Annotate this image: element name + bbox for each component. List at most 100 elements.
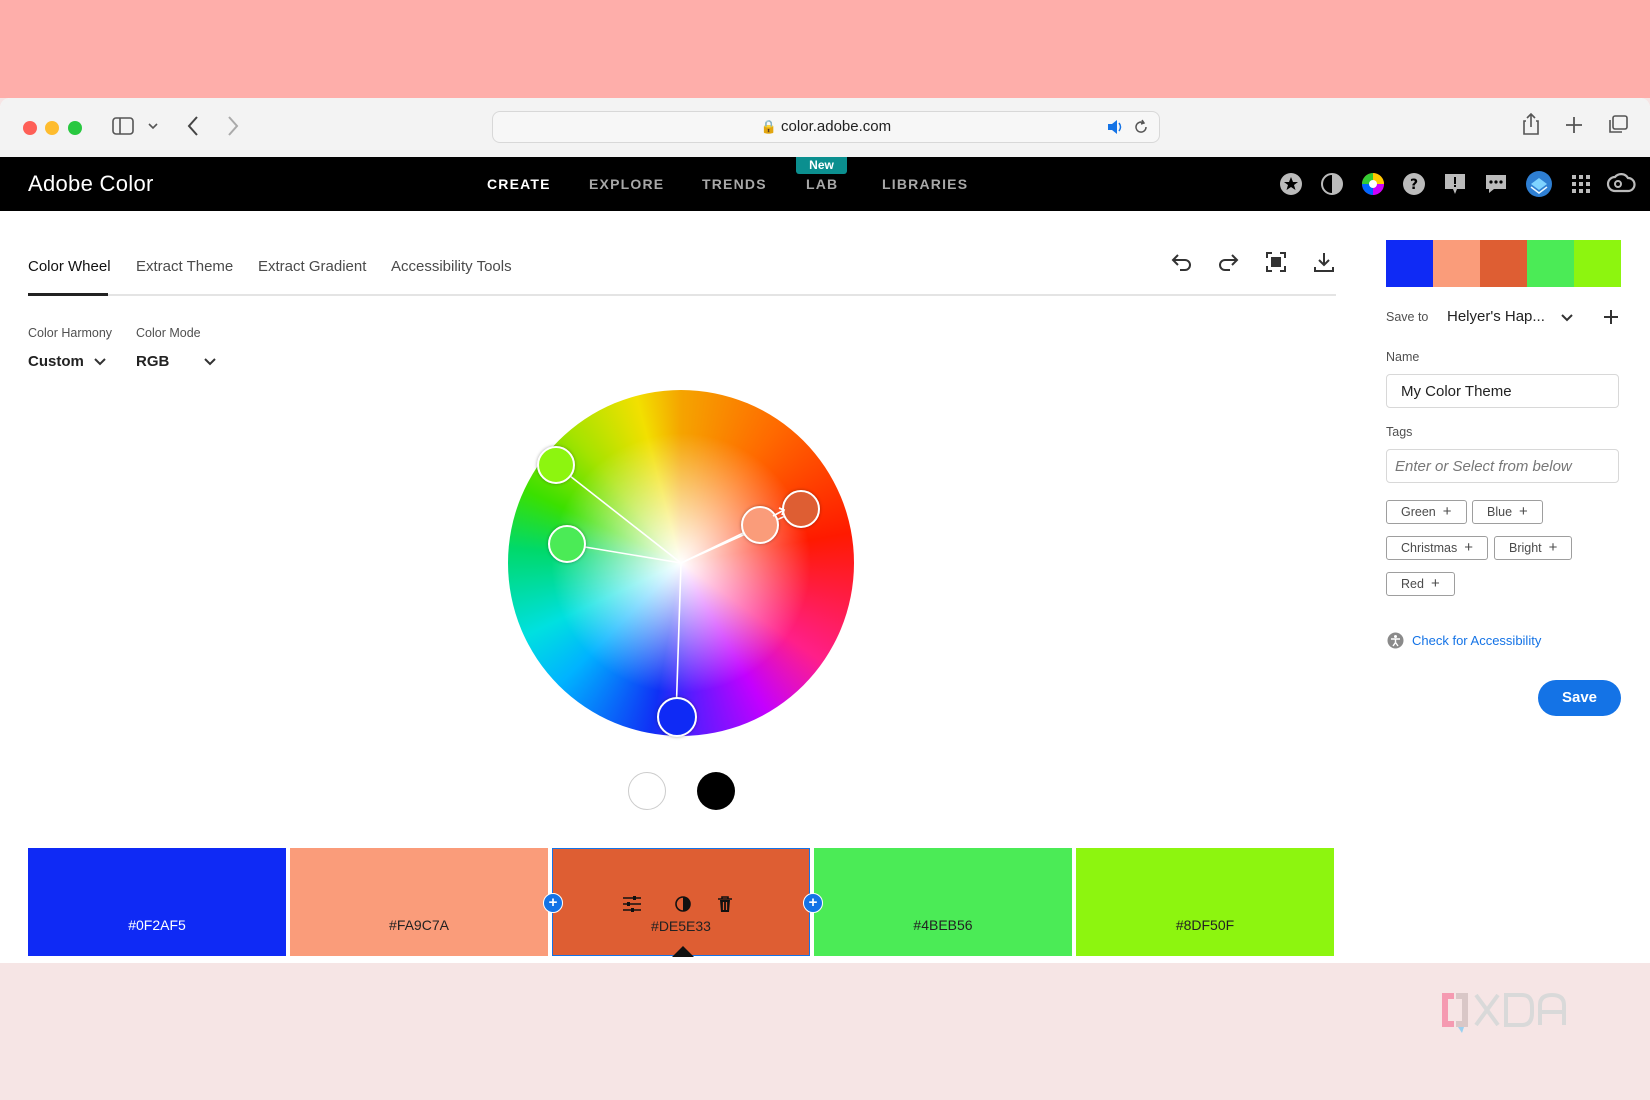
harmony-lines	[555, 464, 802, 718]
url: color.adobe.com	[781, 118, 892, 135]
color-harmony-select[interactable]: Custom	[28, 353, 84, 370]
accessibility-icon	[1387, 632, 1404, 649]
address-bar[interactable]: 🔒 color.adobe.com	[492, 111, 1160, 143]
tab-extract-theme[interactable]: Extract Theme	[136, 258, 233, 275]
swatch-5[interactable]: #8DF50F	[1076, 848, 1334, 956]
wheel-arrow-icon	[772, 507, 786, 517]
tag-label: Christmas	[1401, 541, 1458, 555]
preview-swatch-3	[1480, 240, 1527, 287]
xda-logo	[1442, 992, 1566, 1033]
swatch-hex[interactable]: #4BEB56	[814, 917, 1072, 933]
preview-swatch-2	[1433, 240, 1480, 287]
library-select[interactable]: Helyer's Hap...	[1447, 308, 1545, 325]
swatch-hex[interactable]: #DE5E33	[553, 918, 809, 934]
sidebar-toggle-icon[interactable]	[112, 117, 134, 135]
swatch-hex[interactable]: #8DF50F	[1076, 917, 1334, 933]
chevron-down-icon[interactable]	[203, 357, 217, 367]
help-icon[interactable]: ?	[1402, 172, 1426, 196]
star-icon[interactable]	[1279, 172, 1303, 196]
tag-green[interactable]: Green +	[1386, 500, 1467, 524]
fullscreen-icon[interactable]	[1264, 250, 1288, 274]
wheel-handle-de5e33[interactable]	[782, 490, 820, 528]
adjust-sliders-icon[interactable]	[622, 895, 642, 913]
preview-swatch-1	[1386, 240, 1433, 287]
forward-icon[interactable]	[226, 115, 240, 137]
background-bottom	[0, 963, 1650, 1100]
preview-swatch-4	[1527, 240, 1574, 287]
svg-text:?: ?	[1410, 177, 1418, 193]
tab-color-wheel[interactable]: Color Wheel	[28, 258, 111, 275]
save-button[interactable]: Save	[1538, 680, 1621, 716]
swatch-1[interactable]: #0F2AF5	[28, 848, 286, 956]
tag-label: Blue	[1487, 505, 1513, 519]
tab-divider	[28, 294, 1336, 296]
color-wheel[interactable]	[508, 390, 854, 737]
theme-name-input[interactable]: My Color Theme	[1386, 374, 1619, 408]
plus-icon: +	[1519, 503, 1528, 520]
tab-extract-gradient[interactable]: Extract Gradient	[258, 258, 366, 275]
redo-icon[interactable]	[1216, 250, 1240, 274]
avatar[interactable]	[1525, 170, 1553, 198]
wheel-handle-0f2af5[interactable]	[657, 697, 697, 737]
undo-icon[interactable]	[1170, 250, 1194, 274]
plus-icon: +	[1430, 575, 1440, 592]
plus-icon: +	[1548, 539, 1558, 556]
url-text: 🔒 color.adobe.com	[493, 118, 1159, 135]
add-color-left-button[interactable]: +	[543, 893, 563, 913]
apps-grid-icon[interactable]	[1569, 172, 1593, 196]
swatch-2[interactable]: #FA9C7A	[290, 848, 548, 956]
brand-logo[interactable]: Adobe Color	[28, 171, 154, 197]
swatch-3-selected[interactable]: #DE5E33	[552, 848, 810, 957]
chevron-down-icon[interactable]	[148, 122, 158, 130]
nav-lab[interactable]: LAB	[806, 176, 838, 192]
tab-overview-icon[interactable]	[1607, 115, 1629, 135]
check-accessibility-link[interactable]: Check for Accessibility	[1412, 633, 1541, 648]
back-icon[interactable]	[186, 115, 200, 137]
swatch-4[interactable]: #4BEB56	[814, 848, 1072, 956]
chevron-down-icon[interactable]	[93, 357, 107, 367]
nav-explore[interactable]: EXPLORE	[589, 176, 664, 192]
tags-input[interactable]: Enter or Select from below	[1386, 449, 1619, 483]
tag-blue[interactable]: Blue +	[1472, 500, 1543, 524]
tab-accessibility-tools[interactable]: Accessibility Tools	[391, 258, 512, 275]
trash-icon[interactable]	[717, 895, 733, 913]
contrast-icon[interactable]	[1320, 172, 1344, 196]
nav-trends[interactable]: TRENDS	[702, 176, 767, 192]
tag-christmas[interactable]: Christmas +	[1386, 536, 1489, 560]
share-icon[interactable]	[1522, 112, 1540, 136]
add-color-right-button[interactable]: +	[803, 893, 823, 913]
contrast-icon[interactable]	[674, 895, 692, 913]
name-label: Name	[1386, 350, 1420, 364]
white-brightness-button[interactable]	[628, 772, 666, 810]
maximize-window-button[interactable]	[68, 121, 82, 135]
chevron-down-icon[interactable]	[1560, 313, 1574, 323]
wheel-handle-8df50f[interactable]	[537, 446, 575, 484]
tag-label: Green	[1401, 505, 1436, 519]
creative-cloud-icon[interactable]	[1606, 172, 1636, 196]
speaker-icon[interactable]	[1107, 119, 1125, 135]
wheel-handle-4beb56[interactable]	[548, 525, 586, 563]
black-brightness-button[interactable]	[697, 772, 735, 810]
color-mode-select[interactable]: RGB	[136, 353, 169, 370]
swatch-hex[interactable]: #FA9C7A	[290, 917, 548, 933]
swatch-hex[interactable]: #0F2AF5	[28, 917, 286, 933]
browser-toolbar: 🔒 color.adobe.com	[0, 98, 1650, 158]
nav-libraries[interactable]: LIBRARIES	[882, 176, 968, 192]
close-window-button[interactable]	[23, 121, 37, 135]
feedback-icon[interactable]	[1443, 172, 1467, 196]
add-library-icon[interactable]	[1603, 309, 1619, 325]
reload-icon[interactable]	[1133, 119, 1149, 135]
tag-bright[interactable]: Bright +	[1494, 536, 1573, 560]
download-icon[interactable]	[1312, 250, 1336, 274]
color-mode-label: Color Mode	[136, 326, 201, 340]
tag-label: Bright	[1509, 541, 1542, 555]
theme-preview	[1386, 240, 1621, 287]
color-wheel-icon[interactable]	[1361, 172, 1385, 196]
minimize-window-button[interactable]	[45, 121, 59, 135]
lock-icon: 🔒	[760, 119, 778, 134]
chat-icon[interactable]	[1484, 172, 1508, 196]
new-tab-icon[interactable]	[1565, 116, 1583, 134]
tag-red[interactable]: Red +	[1386, 572, 1455, 596]
color-harmony-label: Color Harmony	[28, 326, 113, 340]
nav-create[interactable]: CREATE	[487, 176, 551, 192]
